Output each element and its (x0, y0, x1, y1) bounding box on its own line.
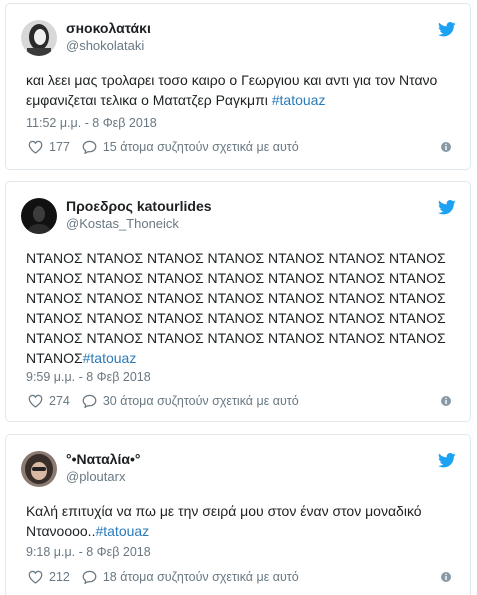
tweet-text: Καλή επιτυχία να πω με την σειρά μου στο… (26, 503, 422, 539)
heart-icon[interactable] (28, 394, 43, 408)
tweet-actions: 177 15 άτομα συζητούν σχετικά με αυτό (28, 138, 299, 156)
hashtag-link[interactable]: #tatouaz (95, 523, 149, 539)
speech-bubble-icon[interactable] (82, 394, 97, 408)
author-name[interactable]: σнοκολατάκι (66, 20, 151, 36)
avatar[interactable] (21, 198, 57, 234)
tweet-actions: 212 18 άτομα συζητούν σχετικά με αυτό (28, 568, 299, 586)
tweet-text: και λεει μας τρολαρει τοσο καιρο ο Γεωργ… (26, 72, 438, 108)
author-handle[interactable]: @ploutarx (66, 469, 125, 484)
hashtag-link[interactable]: #tatouaz (83, 350, 137, 366)
twitter-bird-icon[interactable] (438, 22, 456, 37)
avatar[interactable] (21, 451, 57, 487)
heart-icon[interactable] (28, 570, 43, 584)
tweet-timestamp[interactable]: 9:18 μ.μ. - 8 Φεβ 2018 (26, 545, 151, 559)
info-icon[interactable] (440, 141, 452, 153)
like-count[interactable]: 274 (49, 394, 70, 408)
speech-bubble-icon[interactable] (82, 140, 97, 154)
info-icon[interactable] (440, 571, 452, 583)
author-handle[interactable]: @shokolataki (66, 38, 144, 53)
heart-icon[interactable] (28, 140, 43, 154)
twitter-bird-icon[interactable] (438, 453, 456, 468)
like-count[interactable]: 212 (49, 570, 70, 584)
conversation-count[interactable]: 15 άτομα συζητούν σχετικά με αυτό (103, 140, 299, 154)
conversation-count[interactable]: 18 άτομα συζητούν σχετικά με αυτό (103, 570, 299, 584)
author-name[interactable]: Προεδρος katourlides (66, 198, 212, 214)
info-icon[interactable] (440, 395, 452, 407)
tweet-card: σнοκολατάκι @shokolataki και λεει μας τρ… (5, 3, 471, 170)
author-name[interactable]: °•Ναταλία•° (66, 451, 140, 467)
conversation-count[interactable]: 30 άτομα συζητούν σχετικά με αυτό (103, 394, 299, 408)
tweet-timestamp[interactable]: 11:52 μ.μ. - 8 Φεβ 2018 (26, 116, 157, 130)
author-handle[interactable]: @Kostas_Thoneick (66, 216, 179, 231)
twitter-bird-icon[interactable] (438, 200, 456, 215)
avatar[interactable] (21, 20, 57, 56)
like-count[interactable]: 177 (49, 140, 70, 154)
tweet-actions: 274 30 άτομα συζητούν σχετικά με αυτό (28, 392, 299, 410)
hashtag-link[interactable]: #tatouaz (272, 92, 326, 108)
speech-bubble-icon[interactable] (82, 570, 97, 584)
tweet-card: °•Ναταλία•° @ploutarx Καλή επιτυχία να π… (5, 434, 471, 595)
tweet-timestamp[interactable]: 9:59 μ.μ. - 8 Φεβ 2018 (26, 370, 151, 384)
tweet-text: ΝΤΑΝΟΣ ΝΤΑΝΟΣ ΝΤΑΝΟΣ ΝΤΑΝΟΣ ΝΤΑΝΟΣ ΝΤΑΝΟ… (26, 250, 446, 366)
tweet-card: Προεδρος katourlides @Kostas_Thoneick ΝΤ… (5, 181, 471, 422)
